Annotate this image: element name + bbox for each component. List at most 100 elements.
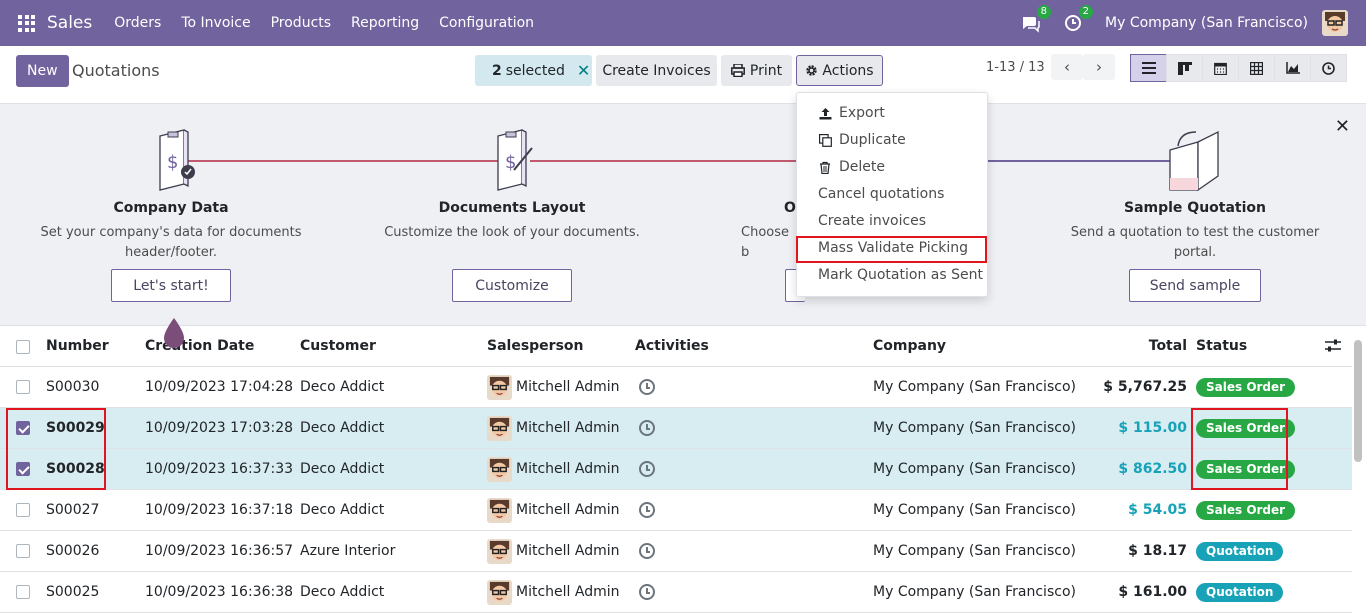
menu-item-mark-quotation-sent[interactable]: Mark Quotation as Sent — [797, 262, 987, 289]
header-total[interactable]: Total — [1149, 326, 1187, 367]
trash-icon — [818, 161, 832, 175]
sample-quotation-icon — [1166, 128, 1222, 198]
step-title: Company Data — [113, 200, 229, 216]
pager-previous-icon[interactable]: ‹ — [1051, 54, 1083, 80]
control-panel: New Quotations 2 selected ✕ Create Invoi… — [0, 46, 1366, 104]
activity-view-icon[interactable] — [1310, 54, 1347, 82]
row-salesperson: Mitchell Admin — [516, 584, 620, 600]
menu-item-cancel-quotations[interactable]: Cancel quotations — [797, 181, 987, 208]
row-number: S00027 — [46, 502, 100, 518]
customize-button[interactable]: Customize — [452, 269, 572, 302]
drag-drop-marker-icon — [162, 317, 186, 349]
top-navbar: Sales Orders To Invoice Products Reporti… — [0, 0, 1366, 46]
status-badge: Quotation — [1196, 583, 1284, 602]
header-status[interactable]: Status — [1196, 326, 1247, 367]
menu-products[interactable]: Products — [271, 15, 331, 31]
step-description: Choose b — [741, 225, 789, 260]
step-description: Customize the look of your documents. — [384, 225, 640, 240]
header-salesperson[interactable]: Salesperson — [487, 326, 584, 367]
highlight-selected-rows — [6, 408, 106, 490]
menu-item-create-invoices[interactable]: Create invoices — [797, 208, 987, 235]
row-salesperson: Mitchell Admin — [516, 420, 620, 436]
row-checkbox[interactable] — [16, 503, 30, 517]
kanban-view-icon[interactable] — [1166, 54, 1203, 82]
step-description: Set your company's data for documents he… — [40, 225, 302, 260]
user-avatar[interactable] — [1322, 10, 1348, 36]
activity-clock-icon[interactable] — [639, 543, 655, 559]
activity-clock-icon[interactable] — [639, 461, 655, 477]
send-sample-button[interactable]: Send sample — [1129, 269, 1261, 302]
menu-item-export[interactable]: Export — [797, 100, 987, 127]
activity-clock-icon[interactable] — [639, 584, 655, 600]
messages-icon[interactable]: 8 — [1021, 5, 1052, 33]
row-customer: Deco Addict — [300, 502, 385, 518]
activity-clock-icon[interactable] — [639, 420, 655, 436]
header-activities[interactable]: Activities — [635, 326, 709, 367]
documents-layout-icon: $ — [492, 128, 536, 198]
menu-item-delete[interactable]: Delete — [797, 154, 987, 181]
pager-value[interactable]: 1-13 / 13 — [986, 60, 1045, 75]
menu-item-duplicate[interactable]: Duplicate — [797, 127, 987, 154]
row-company: My Company (San Francisco) — [873, 379, 1076, 395]
menu-item-label: Create invoices — [818, 213, 927, 229]
table-row[interactable]: S00029 10/09/2023 17:03:28 Deco Addict M… — [0, 408, 1352, 449]
pager-next-icon[interactable]: › — [1083, 54, 1115, 80]
row-customer: Deco Addict — [300, 420, 385, 436]
header-number[interactable]: Number — [46, 326, 109, 367]
row-checkbox[interactable] — [16, 585, 30, 599]
highlight-mass-validate — [796, 236, 987, 263]
optional-columns-icon[interactable] — [1325, 326, 1341, 367]
activity-clock-icon[interactable] — [639, 502, 655, 518]
company-data-icon: $ — [154, 128, 198, 198]
new-button[interactable]: New — [16, 55, 69, 87]
apps-grid-icon[interactable] — [18, 14, 35, 32]
graph-view-icon[interactable] — [1274, 54, 1311, 82]
menu-reporting[interactable]: Reporting — [351, 15, 419, 31]
close-onboarding-icon[interactable]: ✕ — [1335, 116, 1350, 137]
actions-button[interactable]: Actions — [796, 55, 883, 86]
row-total: $ 5,767.25 — [1103, 379, 1187, 395]
table-row[interactable]: S00030 10/09/2023 17:04:28 Deco Addict M… — [0, 367, 1352, 408]
table-row[interactable]: S00027 10/09/2023 16:37:18 Deco Addict M… — [0, 490, 1352, 531]
row-creation-date: 10/09/2023 17:03:28 — [145, 420, 294, 436]
salesperson-avatar — [487, 416, 512, 441]
company-switcher[interactable]: My Company (San Francisco) — [1105, 15, 1308, 31]
row-salesperson: Mitchell Admin — [516, 461, 620, 477]
print-button[interactable]: Print — [721, 55, 792, 86]
scrollbar[interactable] — [1354, 340, 1362, 462]
page-title[interactable]: Quotations — [72, 61, 160, 80]
unselect-close-icon[interactable]: ✕ — [577, 61, 590, 80]
row-company: My Company (San Francisco) — [873, 584, 1076, 600]
row-company: My Company (San Francisco) — [873, 420, 1076, 436]
menu-orders[interactable]: Orders — [114, 15, 161, 31]
status-badge: Sales Order — [1196, 378, 1296, 397]
header-customer[interactable]: Customer — [300, 326, 376, 367]
table-row[interactable]: S00028 10/09/2023 16:37:33 Deco Addict M… — [0, 449, 1352, 490]
app-name[interactable]: Sales — [47, 13, 92, 33]
menu-configuration[interactable]: Configuration — [439, 15, 534, 31]
table-row[interactable]: S00025 10/09/2023 16:36:38 Deco Addict M… — [0, 572, 1352, 613]
create-invoices-button[interactable]: Create Invoices — [596, 55, 717, 86]
table-header: Number Creation Date Customer Salesperso… — [0, 326, 1352, 367]
row-total: $ 862.50 — [1118, 461, 1187, 477]
upload-icon — [818, 107, 832, 121]
svg-text:$: $ — [167, 152, 178, 173]
create-invoices-label: Create Invoices — [602, 62, 711, 79]
menu-to-invoice[interactable]: To Invoice — [181, 15, 250, 31]
row-checkbox[interactable] — [16, 380, 30, 394]
actions-label: Actions — [822, 62, 874, 79]
lets-start-button[interactable]: Let's start! — [111, 269, 231, 302]
step-title: Sample Quotation — [1123, 200, 1266, 216]
row-customer: Deco Addict — [300, 461, 385, 477]
list-view-icon[interactable] — [1130, 54, 1167, 82]
row-company: My Company (San Francisco) — [873, 461, 1076, 477]
activities-clock-icon[interactable]: 2 — [1063, 5, 1094, 33]
table-row[interactable]: S00026 10/09/2023 16:36:57 Azure Interio… — [0, 531, 1352, 572]
row-checkbox[interactable] — [16, 544, 30, 558]
header-company[interactable]: Company — [873, 326, 946, 367]
select-all-checkbox[interactable] — [16, 340, 30, 354]
step-description: Send a quotation to test the customer po… — [1070, 225, 1320, 260]
activity-clock-icon[interactable] — [639, 379, 655, 395]
calendar-view-icon[interactable] — [1202, 54, 1239, 82]
pivot-view-icon[interactable] — [1238, 54, 1275, 82]
